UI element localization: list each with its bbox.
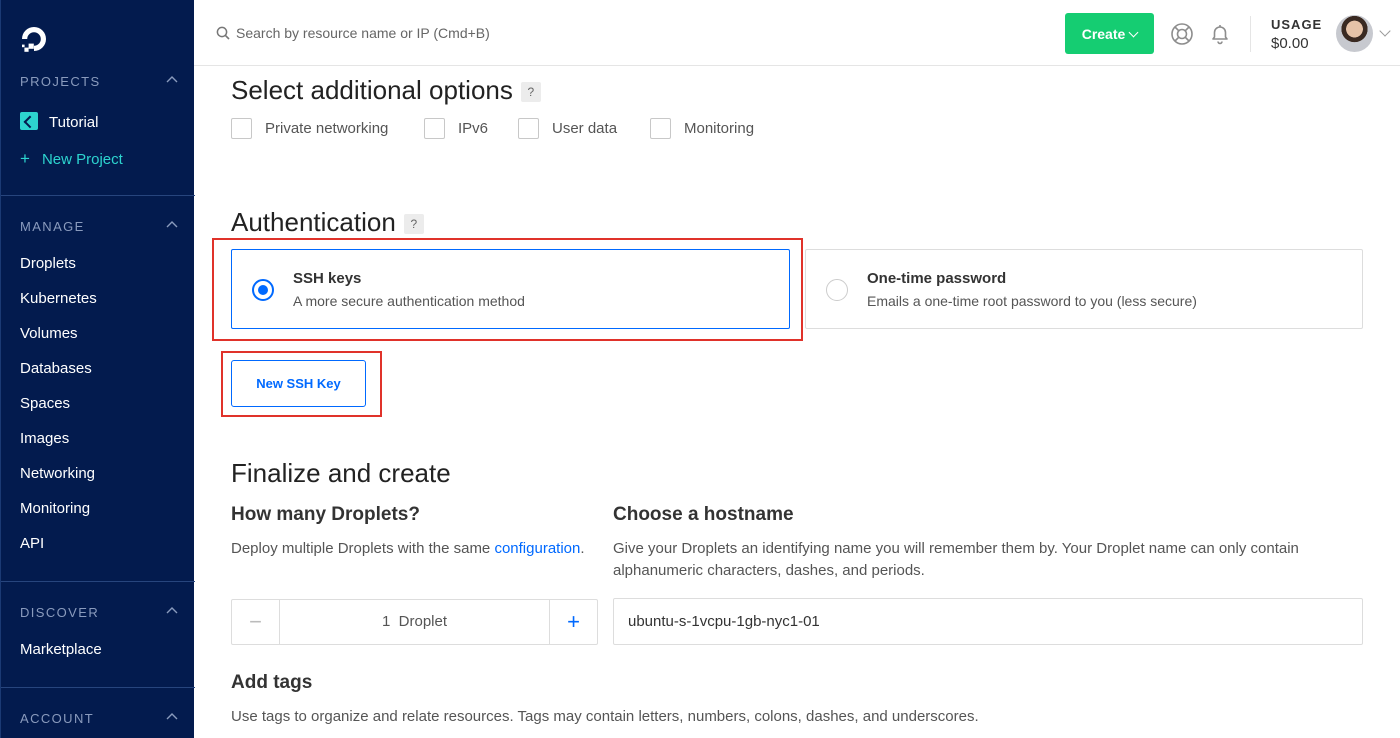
quantity-stepper: − 1 Droplet + [231, 599, 598, 645]
header-divider [1250, 16, 1251, 52]
checkbox-label: Monitoring [684, 120, 755, 137]
droplet-count-description: Deploy multiple Droplets with the same c… [231, 538, 585, 560]
sidebar-item-databases[interactable]: Databases [20, 360, 92, 377]
projects-heading[interactable]: PROJECTS [20, 74, 180, 89]
description-text: Deploy multiple Droplets with the same [231, 540, 495, 557]
finalize-title: Finalize and create [231, 458, 451, 488]
hostname-input[interactable] [613, 598, 1363, 645]
project-icon [20, 112, 38, 130]
create-button-label: Create [1081, 25, 1126, 42]
sidebar-item-marketplace[interactable]: Marketplace [20, 641, 102, 658]
radio-selected[interactable] [252, 279, 274, 301]
plus-icon: + [20, 149, 30, 168]
new-project-link[interactable]: + New Project [20, 149, 123, 169]
description-text: Give your Droplets an identifying name y… [613, 540, 1299, 557]
droplet-count-heading: How many Droplets? [231, 504, 420, 525]
increment-button[interactable]: + [549, 600, 597, 644]
checkbox-box[interactable] [650, 118, 671, 139]
decrement-button[interactable]: − [232, 600, 280, 644]
hostname-heading: Choose a hostname [613, 504, 794, 525]
sidebar-item-spaces[interactable]: Spaces [20, 395, 70, 412]
chevron-up-icon[interactable] [166, 606, 178, 616]
support-lifebuoy-icon[interactable] [1170, 22, 1194, 46]
new-project-label: New Project [41, 151, 123, 168]
account-heading-label: ACCOUNT [20, 711, 95, 726]
discover-heading-label: DISCOVER [20, 605, 100, 620]
checkbox-label: IPv6 [458, 120, 489, 137]
description-text: . [580, 540, 585, 557]
notification-bell-icon[interactable] [1208, 22, 1232, 46]
help-icon[interactable]: ? [403, 214, 424, 234]
help-icon[interactable]: ? [520, 82, 541, 102]
options-title-label: Select additional options [231, 75, 513, 105]
usage-label: USAGE [1271, 17, 1323, 32]
tags-heading: Add tags [231, 672, 313, 693]
radio-unselected[interactable] [826, 279, 848, 301]
configuration-link[interactable]: configuration [494, 540, 580, 557]
sidebar-item-tutorial[interactable]: Tutorial [20, 112, 98, 131]
sidebar-item-volumes[interactable]: Volumes [20, 325, 78, 342]
digitalocean-logo-icon[interactable] [19, 24, 49, 54]
discover-heading[interactable]: DISCOVER [20, 605, 180, 620]
sidebar-item-droplets[interactable]: Droplets [20, 255, 76, 272]
auth-option-subtitle: A more secure authentication method [293, 293, 525, 309]
manage-heading-label: MANAGE [20, 219, 85, 234]
chevron-down-icon[interactable] [1379, 25, 1391, 37]
checkbox-box[interactable] [231, 118, 252, 139]
search-icon [216, 26, 230, 40]
sidebar-item-images[interactable]: Images [20, 430, 69, 447]
sidebar-item-networking[interactable]: Networking [20, 465, 95, 482]
authentication-title: Authentication? [231, 207, 424, 238]
checkbox-box[interactable] [424, 118, 445, 139]
description-text: alphanumeric characters, dashes, and per… [613, 562, 925, 579]
auth-option-ssh-keys[interactable]: SSH keys A more secure authentication me… [231, 249, 790, 329]
sidebar-divider [1, 581, 195, 582]
hostname-description: Give your Droplets an identifying name y… [613, 538, 1299, 582]
options-title: Select additional options? [231, 75, 541, 106]
auth-option-title: One-time password [867, 270, 1007, 287]
main-content: Select additional options? Private netwo… [194, 67, 1400, 738]
top-header: Create USAGE $0.00 [194, 0, 1400, 66]
auth-option-one-time-password[interactable]: One-time password Emails a one-time root… [805, 249, 1363, 329]
checkbox-label: Private networking [265, 120, 389, 137]
new-ssh-key-button[interactable]: New SSH Key [231, 360, 366, 407]
checkbox-box[interactable] [518, 118, 539, 139]
sidebar-item-monitoring[interactable]: Monitoring [20, 500, 90, 517]
authentication-title-label: Authentication [231, 207, 396, 237]
sidebar-divider [1, 195, 195, 196]
create-button[interactable]: Create [1065, 13, 1154, 54]
checkbox-label: User data [552, 120, 618, 137]
projects-heading-label: PROJECTS [20, 74, 101, 89]
chevron-up-icon[interactable] [166, 75, 178, 85]
auth-option-subtitle: Emails a one-time root password to you (… [867, 293, 1197, 309]
manage-heading[interactable]: MANAGE [20, 219, 180, 234]
usage-value: $0.00 [1271, 35, 1309, 52]
sidebar: PROJECTS Tutorial + New Project MANAGE Dr… [0, 0, 195, 738]
droplet-count-value: 1 Droplet [381, 613, 448, 630]
sidebar-item-api[interactable]: API [20, 535, 44, 552]
sidebar-item-label: Tutorial [49, 114, 99, 131]
sidebar-divider [1, 687, 195, 688]
search-input[interactable] [236, 20, 656, 46]
account-heading[interactable]: ACCOUNT [20, 711, 180, 726]
avatar[interactable] [1336, 15, 1373, 52]
chevron-up-icon[interactable] [166, 220, 178, 230]
tags-description: Use tags to organize and relate resource… [231, 708, 979, 725]
chevron-up-icon[interactable] [166, 712, 178, 722]
chevron-down-icon [1128, 27, 1139, 37]
sidebar-item-kubernetes[interactable]: Kubernetes [20, 290, 97, 307]
auth-option-title: SSH keys [293, 270, 362, 287]
